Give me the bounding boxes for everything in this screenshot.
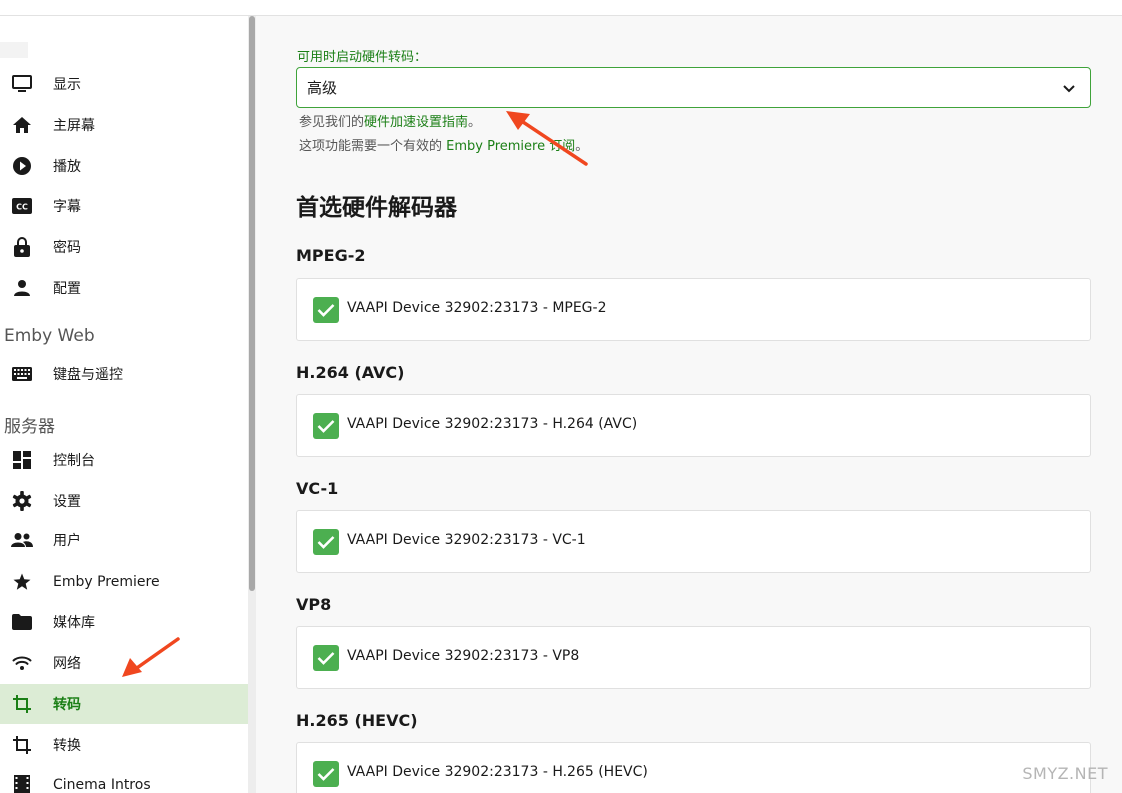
sidebar-item-label: 主屏幕 bbox=[53, 118, 95, 134]
sidebar-item-cinema-intros[interactable]: Cinema Intros bbox=[0, 765, 248, 793]
check-icon bbox=[317, 536, 335, 549]
crop-icon bbox=[11, 734, 33, 756]
hw-transcode-label: 可用时启动硬件转码： bbox=[297, 50, 428, 65]
codec-title-h265: H.265 (HEVC) bbox=[296, 711, 418, 730]
sidebar-item-display[interactable]: 显示 bbox=[0, 64, 248, 104]
hint-text: 这项功能需要一个有效的 bbox=[299, 139, 447, 154]
sidebar-item-label: 字幕 bbox=[53, 199, 81, 215]
codec-device-label: VAAPI Device 32902:23173 - VP8 bbox=[347, 648, 580, 664]
checkbox[interactable] bbox=[313, 645, 339, 671]
codec-option-mpeg2[interactable]: VAAPI Device 32902:23173 - MPEG-2 bbox=[296, 278, 1091, 341]
sidebar-item-label: 转码 bbox=[53, 697, 81, 713]
hw-transcode-select[interactable]: 高级 bbox=[296, 67, 1091, 108]
sidebar-item-dashboard[interactable]: 控制台 bbox=[0, 440, 248, 480]
checkbox[interactable] bbox=[313, 529, 339, 555]
chevron-down-icon bbox=[1063, 85, 1075, 93]
premiere-hint: 这项功能需要一个有效的 Emby Premiere 订阅。 bbox=[299, 135, 588, 154]
sidebar-item-library[interactable]: 媒体库 bbox=[0, 602, 248, 642]
codec-title-vc1: VC-1 bbox=[296, 479, 339, 498]
sidebar-item-label: 播放 bbox=[53, 159, 81, 175]
sidebar-item-label: 配置 bbox=[53, 281, 81, 297]
wifi-icon bbox=[11, 652, 33, 674]
sidebar-item-label: 转换 bbox=[53, 738, 81, 754]
codec-option-vc1[interactable]: VAAPI Device 32902:23173 - VC-1 bbox=[296, 510, 1091, 573]
sidebar-item-label: 媒体库 bbox=[53, 615, 95, 631]
lock-icon bbox=[11, 236, 33, 258]
sidebar-item-label: 网络 bbox=[53, 656, 81, 672]
star-icon bbox=[11, 571, 33, 593]
main-content: 可用时启动硬件转码： 高级 参见我们的硬件加速设置指南。 这项功能需要一个有效的… bbox=[256, 16, 1122, 793]
sidebar-item-users[interactable]: 用户 bbox=[0, 520, 248, 560]
gear-icon bbox=[11, 490, 33, 512]
closed-caption-icon: CC bbox=[11, 195, 33, 217]
sidebar-header-stub bbox=[0, 42, 28, 58]
sidebar: 显示 主屏幕 播放 CC 字幕 密码 配置 Emby Web 键盘与遥控 服务器… bbox=[0, 16, 248, 793]
sidebar-item-playback[interactable]: 播放 bbox=[0, 146, 248, 186]
sidebar-item-label: 键盘与遥控 bbox=[53, 367, 123, 383]
sidebar-item-transcoding[interactable]: 转码 bbox=[0, 684, 248, 724]
sidebar-item-profile[interactable]: 配置 bbox=[0, 268, 248, 308]
sidebar-item-label: 设置 bbox=[53, 494, 81, 510]
codec-option-vp8[interactable]: VAAPI Device 32902:23173 - VP8 bbox=[296, 626, 1091, 689]
codec-device-label: VAAPI Device 32902:23173 - H.264 (AVC) bbox=[347, 416, 638, 432]
checkbox[interactable] bbox=[313, 297, 339, 323]
people-icon bbox=[11, 529, 33, 551]
sidebar-item-label: 用户 bbox=[53, 533, 81, 549]
keyboard-icon bbox=[11, 363, 33, 385]
sidebar-item-subtitles[interactable]: CC 字幕 bbox=[0, 186, 248, 226]
sidebar-item-label: 控制台 bbox=[53, 453, 95, 469]
play-circle-icon bbox=[11, 155, 33, 177]
codec-title-vp8: VP8 bbox=[296, 595, 332, 614]
check-icon bbox=[317, 652, 335, 665]
codec-title-h264: H.264 (AVC) bbox=[296, 363, 405, 382]
home-icon bbox=[11, 114, 33, 136]
monitor-icon bbox=[11, 73, 33, 95]
hint-text: 。 bbox=[575, 139, 589, 154]
check-icon bbox=[317, 304, 335, 317]
premiere-subscription-link[interactable]: Emby Premiere 订阅 bbox=[446, 139, 575, 154]
crop-icon bbox=[11, 693, 33, 715]
hw-guide-link[interactable]: 硬件加速设置指南 bbox=[364, 115, 468, 130]
watermark: SMYZ.NET bbox=[1022, 764, 1108, 783]
sidebar-item-label: Cinema Intros bbox=[53, 777, 151, 793]
checkbox[interactable] bbox=[313, 761, 339, 787]
codec-device-label: VAAPI Device 32902:23173 - H.265 (HEVC) bbox=[347, 764, 648, 780]
codec-device-label: VAAPI Device 32902:23173 - MPEG-2 bbox=[347, 300, 607, 316]
sidebar-scrollbar-thumb[interactable] bbox=[249, 16, 255, 591]
codec-option-h264[interactable]: VAAPI Device 32902:23173 - H.264 (AVC) bbox=[296, 394, 1091, 457]
hint-text: 。 bbox=[468, 115, 482, 130]
folder-icon bbox=[11, 611, 33, 633]
sidebar-item-conversion[interactable]: 转换 bbox=[0, 725, 248, 765]
codec-option-h265[interactable]: VAAPI Device 32902:23173 - H.265 (HEVC) bbox=[296, 742, 1091, 793]
section-heading-emby-web: Emby Web bbox=[4, 326, 95, 346]
sidebar-item-label: 密码 bbox=[53, 240, 81, 256]
sidebar-item-keyboard[interactable]: 键盘与遥控 bbox=[0, 354, 248, 394]
hint-text: 参见我们的 bbox=[299, 115, 365, 130]
sidebar-item-label: Emby Premiere bbox=[53, 574, 160, 590]
sidebar-item-settings[interactable]: 设置 bbox=[0, 481, 248, 521]
check-icon bbox=[317, 420, 335, 433]
checkbox[interactable] bbox=[313, 413, 339, 439]
codec-title-mpeg2: MPEG-2 bbox=[296, 246, 366, 265]
svg-text:CC: CC bbox=[16, 203, 28, 212]
sidebar-item-label: 显示 bbox=[53, 77, 81, 93]
hw-transcode-value: 高级 bbox=[307, 79, 338, 97]
sidebar-item-password[interactable]: 密码 bbox=[0, 227, 248, 267]
check-icon bbox=[317, 768, 335, 781]
hw-guide-hint: 参见我们的硬件加速设置指南。 bbox=[299, 111, 481, 130]
sidebar-item-emby-premiere[interactable]: Emby Premiere bbox=[0, 562, 248, 602]
codec-device-label: VAAPI Device 32902:23173 - VC-1 bbox=[347, 532, 586, 548]
section-heading-server: 服务器 bbox=[4, 417, 55, 437]
dashboard-icon bbox=[11, 449, 33, 471]
sidebar-item-home[interactable]: 主屏幕 bbox=[0, 105, 248, 145]
preferred-decoders-heading: 首选硬件解码器 bbox=[296, 195, 457, 221]
sidebar-item-network[interactable]: 网络 bbox=[0, 643, 248, 683]
film-icon bbox=[11, 774, 33, 793]
person-icon bbox=[11, 277, 33, 299]
top-bar bbox=[0, 0, 1122, 16]
